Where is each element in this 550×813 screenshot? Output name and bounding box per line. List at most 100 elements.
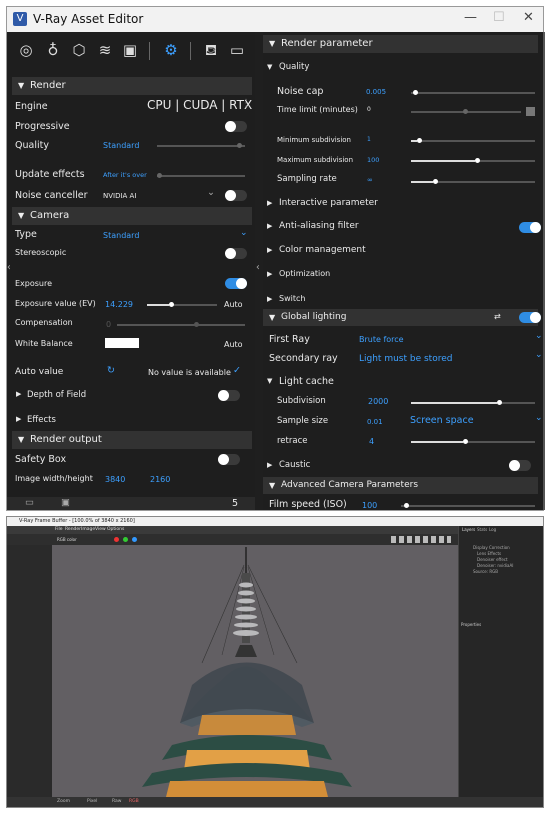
sampling-rate-slider[interactable] bbox=[411, 179, 535, 184]
chevron-down-icon[interactable]: ⌄ bbox=[535, 331, 543, 341]
optimization-row[interactable]: Optimization bbox=[279, 269, 330, 278]
time-limit-value[interactable]: 0 bbox=[367, 106, 371, 113]
light-cache-label[interactable]: Light cache bbox=[279, 376, 334, 387]
anti-aliasing-row[interactable]: Anti-aliasing filter bbox=[279, 221, 359, 231]
camera-section-header[interactable]: ▼ Camera bbox=[12, 207, 252, 225]
retrace-slider[interactable] bbox=[411, 439, 535, 444]
expand-arrow-icon[interactable]: ▶ bbox=[267, 246, 272, 254]
subdivision-slider[interactable] bbox=[411, 400, 535, 405]
image-height-value[interactable]: 2160 bbox=[150, 475, 170, 484]
minimize-button[interactable]: — bbox=[464, 10, 477, 25]
menu-render[interactable]: Render bbox=[65, 526, 81, 534]
exposure-toggle[interactable] bbox=[225, 278, 247, 289]
noise-canceller-value[interactable]: NVIDIA AI bbox=[103, 192, 136, 200]
anti-aliasing-toggle[interactable] bbox=[519, 222, 541, 233]
secondary-ray-value[interactable]: Light must be stored bbox=[359, 354, 452, 364]
more-icon[interactable]: ⋮ bbox=[241, 98, 251, 109]
layers-icon[interactable]: ≋ bbox=[96, 41, 114, 59]
menu-image[interactable]: Image bbox=[81, 526, 95, 534]
noise-canceller-toggle[interactable] bbox=[225, 190, 247, 201]
exposure-value[interactable]: 14.229 bbox=[105, 300, 133, 309]
depth-of-field-toggle[interactable] bbox=[218, 390, 240, 401]
check-icon[interactable]: ✓ bbox=[233, 365, 241, 376]
film-speed-slider[interactable] bbox=[401, 503, 535, 508]
switch-row[interactable]: Switch bbox=[279, 294, 305, 303]
global-lighting-toggle[interactable] bbox=[519, 312, 541, 323]
effects-label[interactable]: Effects bbox=[27, 415, 56, 425]
expand-arrow-icon[interactable]: ▶ bbox=[267, 199, 272, 207]
render-teapot-icon[interactable]: ⛾ bbox=[202, 41, 220, 59]
expand-arrow-icon[interactable]: ▶ bbox=[267, 222, 272, 230]
subdivision-value[interactable]: 2000 bbox=[368, 397, 388, 406]
engine-selector[interactable]: CPU | CUDA | RTX bbox=[147, 98, 252, 112]
time-limit-slider[interactable] bbox=[411, 109, 521, 114]
refresh-icon[interactable]: ↻ bbox=[107, 365, 115, 376]
collapse-panel-icon[interactable]: ‹ bbox=[256, 262, 260, 273]
expand-arrow-icon[interactable]: ▶ bbox=[16, 415, 21, 423]
sample-size-value[interactable]: 0.01 bbox=[367, 418, 383, 426]
interactive-parameter-row[interactable]: Interactive parameter bbox=[279, 198, 378, 208]
scrollbar[interactable] bbox=[543, 32, 545, 510]
expand-arrow-icon[interactable]: ▶ bbox=[267, 270, 272, 278]
green-channel-icon[interactable] bbox=[123, 537, 128, 542]
progressive-toggle[interactable] bbox=[225, 121, 247, 132]
textures-icon[interactable]: ▣ bbox=[121, 41, 139, 59]
collapse-arrow-icon[interactable]: ▼ bbox=[267, 377, 272, 385]
white-balance-swatch[interactable] bbox=[105, 338, 139, 348]
menu-view[interactable]: View bbox=[95, 526, 106, 534]
expand-arrow-icon[interactable]: ▶ bbox=[267, 295, 272, 303]
min-subdivision-value[interactable]: 1 bbox=[367, 136, 371, 143]
safety-box-toggle[interactable] bbox=[218, 454, 240, 465]
expand-arrow-icon[interactable]: ▶ bbox=[16, 390, 21, 398]
tab-stats[interactable]: Stats bbox=[477, 527, 487, 532]
quality-slider[interactable] bbox=[157, 143, 245, 148]
tab-layers[interactable]: Layers bbox=[462, 527, 475, 532]
channel-select[interactable]: RGB color bbox=[57, 537, 77, 542]
caustic-toggle[interactable] bbox=[509, 460, 531, 471]
layer-item[interactable]: Display Correction bbox=[473, 545, 510, 550]
film-speed-value[interactable]: 100 bbox=[362, 501, 377, 510]
maximize-button[interactable]: ☐ bbox=[493, 10, 505, 25]
blue-channel-icon[interactable] bbox=[132, 537, 137, 542]
close-button[interactable]: ✕ bbox=[523, 10, 534, 25]
layer-item[interactable]: Lens Effects bbox=[477, 551, 501, 556]
layer-item[interactable]: Denoiser effect bbox=[477, 557, 508, 562]
sampling-rate-value[interactable]: ∞ bbox=[367, 176, 373, 184]
compensation-value[interactable]: 0 bbox=[106, 320, 111, 329]
caustic-label[interactable]: Caustic bbox=[279, 460, 310, 470]
expand-arrow-icon[interactable]: ▶ bbox=[267, 461, 272, 469]
color-management-row[interactable]: Color management bbox=[279, 245, 366, 255]
update-effects-slider[interactable] bbox=[157, 173, 245, 178]
quality-subsection-label[interactable]: Quality bbox=[279, 62, 309, 72]
menu-options[interactable]: Options bbox=[107, 526, 124, 534]
folder-icon[interactable]: ▭ bbox=[25, 497, 34, 508]
settings-icon[interactable]: ⚙ bbox=[162, 41, 180, 59]
menu-file[interactable]: File bbox=[55, 526, 63, 534]
depth-of-field-label[interactable]: Depth of Field bbox=[27, 390, 86, 400]
image-width-value[interactable]: 3840 bbox=[105, 475, 125, 484]
quality-value[interactable]: Standard bbox=[103, 141, 139, 150]
retrace-value[interactable]: 4 bbox=[369, 437, 374, 446]
lights-icon[interactable]: ♁ bbox=[44, 41, 62, 59]
max-subdivision-slider[interactable] bbox=[411, 158, 535, 163]
noise-cap-slider[interactable] bbox=[411, 90, 535, 95]
frame-buffer-icon[interactable]: ▭ bbox=[228, 41, 246, 59]
render-tools-icons[interactable] bbox=[391, 536, 451, 543]
chevron-down-icon[interactable]: ⌄ bbox=[535, 413, 543, 423]
render-viewport[interactable] bbox=[52, 545, 459, 797]
noise-cap-value[interactable]: 0.005 bbox=[366, 88, 386, 96]
chevron-down-icon[interactable]: ⌄ bbox=[535, 350, 543, 360]
stereoscopic-toggle[interactable] bbox=[225, 248, 247, 259]
exposure-slider[interactable] bbox=[147, 302, 217, 307]
geometry-icon[interactable]: ⬡ bbox=[70, 41, 88, 59]
layer-item[interactable]: Denoiser: nvidiaAI bbox=[477, 563, 513, 568]
red-channel-icon[interactable] bbox=[114, 537, 119, 542]
chevron-down-icon[interactable]: ⌄ bbox=[207, 187, 215, 198]
sample-size-mode[interactable]: Screen space bbox=[410, 415, 474, 426]
camera-type-value[interactable]: Standard bbox=[103, 231, 139, 240]
swap-icon[interactable]: ⇄ bbox=[494, 312, 501, 321]
compensation-slider[interactable] bbox=[117, 322, 245, 327]
save-icon[interactable]: ▣ bbox=[61, 497, 70, 508]
render-section-header[interactable]: ▼ Render bbox=[12, 77, 252, 95]
layer-item[interactable]: Source: RGB bbox=[473, 569, 498, 574]
